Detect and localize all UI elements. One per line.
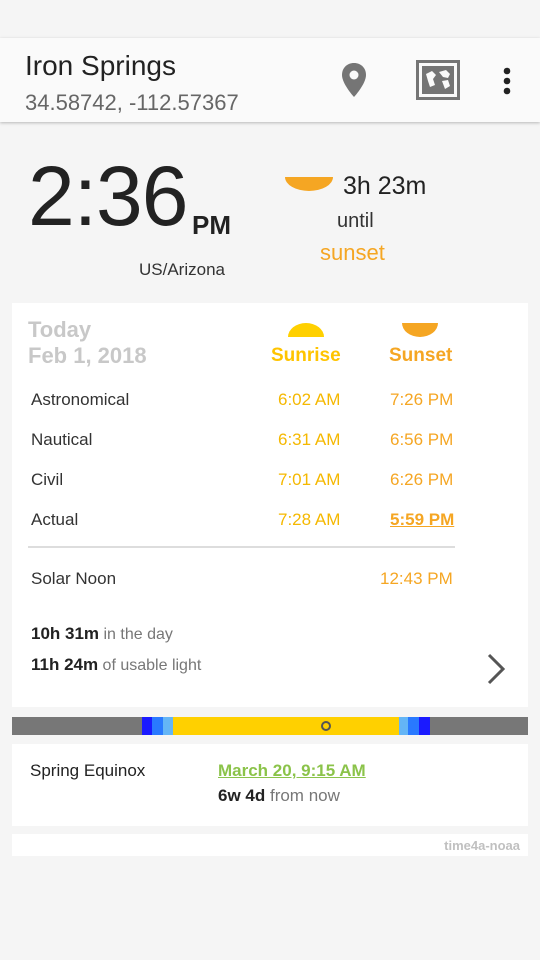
usable-light-suffix: of usable light (98, 657, 202, 674)
current-time: 2:36 (28, 149, 188, 243)
day-length-suffix: in the day (99, 626, 173, 643)
timeline-astronomical-dawn (142, 717, 152, 735)
current-ampm: PM (192, 210, 231, 240)
date-header: Today Feb 1, 2018 (28, 317, 147, 369)
status-bar (0, 0, 540, 38)
date-label: Feb 1, 2018 (28, 343, 147, 368)
equinox-label: Spring Equinox (30, 761, 146, 780)
nautical-sunset: 6:56 PM (390, 430, 454, 449)
astronomical-sunrise: 6:02 AM (278, 390, 341, 409)
equinox-relative: 6w 4d from now (218, 786, 340, 806)
today-label: Today (28, 317, 92, 342)
timeline-civil-dawn (163, 717, 173, 735)
sun-times-card: Today Feb 1, 2018 Sunrise Sunset Astrono… (12, 303, 528, 707)
row-label-nautical: Nautical (31, 430, 93, 449)
chevron-right-icon[interactable] (486, 653, 506, 690)
usable-light: 11h 24m of usable light (31, 655, 201, 675)
day-length: 10h 31m in the day (31, 624, 173, 644)
timezone-label: US/Arizona (139, 260, 225, 279)
actual-sunset[interactable]: 5:59 PM (390, 510, 454, 530)
brand-label: time4a-noaa (444, 838, 520, 853)
solar-noon-time: 12:43 PM (380, 569, 453, 588)
map-icon[interactable] (416, 60, 460, 105)
sunrise-icon (288, 323, 324, 342)
equinox-relative-value: 6w 4d (218, 786, 266, 805)
location-pin-icon[interactable] (341, 62, 367, 103)
row-label-actual: Actual (31, 510, 79, 529)
nautical-sunrise: 6:31 AM (278, 430, 341, 449)
daylight-timeline (12, 717, 528, 735)
timeline-now-marker (321, 721, 331, 731)
actual-sunrise: 7:28 AM (278, 510, 341, 529)
sunrise-column-header: Sunrise (271, 345, 341, 366)
countdown-time: 3h 23m (343, 172, 427, 200)
timeline-daylight (173, 717, 399, 735)
equinox-date-link[interactable]: March 20, 9:15 AM (218, 761, 366, 781)
app-bar: Iron Springs 34.58742, -112.57367 (0, 38, 540, 122)
civil-sunrise: 7:01 AM (278, 470, 341, 489)
timeline-nautical-dawn (152, 717, 163, 735)
timeline-civil-dusk (399, 717, 408, 735)
solar-noon-label: Solar Noon (31, 569, 117, 588)
countdown-until: until (337, 210, 374, 232)
civil-sunset: 6:26 PM (390, 470, 454, 489)
countdown-event: sunset (320, 240, 385, 265)
usable-light-value: 11h 24m (31, 655, 99, 674)
row-label-astronomical: Astronomical (31, 390, 130, 409)
astronomical-sunset: 7:26 PM (390, 390, 454, 409)
equinox-card: Spring Equinox March 20, 9:15 AM 6w 4d f… (12, 744, 528, 826)
more-vert-icon[interactable] (502, 66, 512, 101)
location-coords: 34.58742, -112.57367 (25, 90, 239, 115)
equinox-relative-suffix: from now (265, 786, 340, 805)
table-divider (28, 546, 455, 548)
sunset-icon (285, 177, 333, 196)
sunset-header-icon (402, 323, 438, 342)
row-label-civil: Civil (31, 470, 64, 489)
sunset-column-header: Sunset (389, 345, 453, 366)
footer-card: time4a-noaa (12, 834, 528, 856)
timeline-astronomical-dusk (419, 717, 430, 735)
timeline-nautical-dusk (408, 717, 419, 735)
location-title: Iron Springs (25, 50, 176, 81)
day-length-value: 10h 31m (31, 624, 100, 643)
current-time-panel: 2:36 PM US/Arizona 3h 23m until sunset (0, 122, 540, 302)
